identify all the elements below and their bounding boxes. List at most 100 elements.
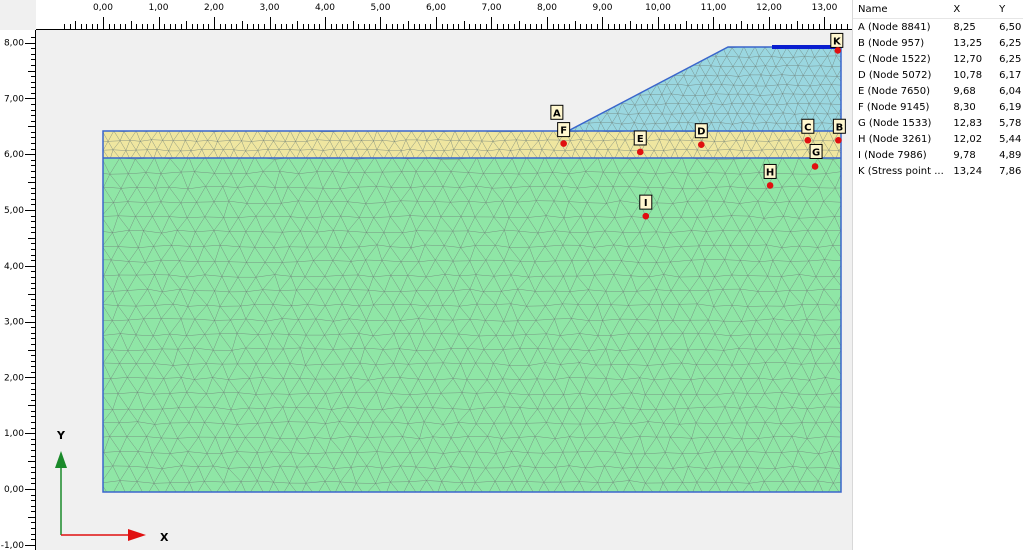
table-row[interactable]: A (Node 8841) 8,25 6,50 (853, 19, 1023, 35)
points-table-panel: Name X Y A (Node 8841) 8,25 6,50 B (Node 95… (852, 0, 1023, 550)
point-dot (697, 141, 705, 149)
y-tick-label: 3,00 (4, 318, 24, 328)
column-header-x[interactable]: X (953, 4, 999, 15)
x-tick-label: 7,00 (481, 3, 501, 13)
point-name-cell: I (Node 7986) (858, 149, 927, 161)
y-tick-label: 4,00 (4, 262, 24, 272)
y-tick-label: 7,00 (4, 94, 24, 104)
x-tick-label: 6,00 (426, 3, 446, 13)
point-label: D (697, 127, 705, 138)
point-y-cell: 6,25 (999, 37, 1022, 49)
point-dot (766, 182, 774, 189)
point-label: G (812, 147, 820, 158)
x-tick-label: 4,00 (315, 3, 335, 13)
point-marker[interactable]: B (832, 118, 846, 144)
point-label: I (644, 198, 648, 209)
point-label: C (804, 122, 811, 133)
point-name-cell: D (Node 5072) (858, 69, 932, 81)
table-row[interactable]: B (Node 957) 13,25 6,25 (853, 35, 1023, 51)
y-tick-label: 1,00 (4, 429, 24, 439)
point-name-cell: C (Node 1522) (858, 53, 931, 65)
x-tick-label: 12,00 (756, 3, 782, 13)
point-name-cell: K (Stress point ... (858, 165, 944, 177)
left-ruler: 8,00 7,00 6,00 5,00 4,00 3,00 2,00 1,00 0,00 -1,0… (0, 30, 36, 550)
table-row[interactable]: E (Node 7650) 9,68 6,04 (853, 83, 1023, 99)
table-row[interactable]: H (Node 3261) 12,02 5,44 (853, 131, 1023, 147)
x-tick-label: 1,00 (148, 3, 168, 13)
table-row[interactable]: K (Stress point ... 13,24 7,86 (853, 163, 1023, 179)
point-dot (835, 136, 842, 144)
point-x-cell: 8,25 (953, 21, 976, 33)
x-tick-label: 13,00 (812, 3, 838, 13)
x-tick-label: 2,00 (204, 3, 224, 13)
point-label: B (836, 122, 844, 133)
point-name-cell: F (Node 9145) (858, 101, 930, 113)
table-header: Name X Y (853, 0, 1023, 19)
point-y-cell: 5,78 (999, 117, 1022, 129)
y-tick-label: 8,00 (4, 39, 24, 49)
point-name-cell: A (Node 8841) (858, 21, 931, 33)
x-tick-label: 3,00 (259, 3, 279, 13)
soil-cluster-main[interactable] (103, 158, 841, 492)
point-y-cell: 6,25 (999, 53, 1022, 65)
table-body: A (Node 8841) 8,25 6,50 B (Node 957) 13,25 6,… (853, 19, 1023, 179)
point-y-cell: 6,17 (999, 69, 1022, 81)
x-axis-label: X (160, 531, 169, 544)
geometry-canvas[interactable]: 0,00 1,00 2,00 3,00 4,00 5,00 6,00 7,00 8,00 9,00… (0, 0, 852, 550)
point-y-cell: 5,44 (999, 133, 1022, 145)
table-row[interactable]: G (Node 1533) 12,83 5,78 (853, 115, 1023, 131)
point-x-cell: 9,68 (953, 85, 976, 97)
table-row[interactable]: I (Node 7986) 9,78 4,89 (853, 147, 1023, 163)
x-tick-label: 0,00 (93, 3, 113, 13)
point-name-cell: B (Node 957) (858, 37, 925, 49)
y-tick-label: 2,00 (4, 373, 24, 383)
point-x-cell: 9,78 (953, 149, 976, 161)
table-row[interactable]: C (Node 1522) 12,70 6,25 (853, 51, 1023, 67)
y-tick-label: 5,00 (4, 206, 24, 216)
x-tick-label: 10,00 (645, 3, 671, 13)
point-dot (811, 163, 819, 170)
point-x-cell: 13,25 (953, 37, 983, 49)
x-tick-label: 5,00 (370, 3, 390, 13)
point-x-cell: 13,24 (953, 165, 983, 177)
x-tick-label: 9,00 (592, 3, 612, 13)
x-tick-label: 11,00 (701, 3, 727, 13)
point-label: A (553, 108, 561, 119)
soil-cluster-top-layer[interactable] (103, 131, 841, 158)
point-label: F (560, 126, 567, 137)
point-dot (834, 47, 842, 54)
point-x-cell: 8,30 (953, 101, 976, 113)
y-tick-label: -1,00 (1, 541, 25, 550)
point-y-cell: 7,86 (999, 165, 1022, 177)
point-name-cell: E (Node 7650) (858, 85, 931, 97)
point-x-cell: 12,83 (953, 117, 983, 129)
point-x-cell: 12,02 (953, 133, 983, 145)
x-axis-arrow-icon (128, 529, 146, 541)
point-y-cell: 6,50 (999, 21, 1022, 33)
point-dot (642, 212, 650, 220)
y-tick-label: 0,00 (4, 485, 24, 495)
point-dot (636, 148, 644, 156)
point-label: E (637, 134, 644, 145)
y-tick-label: 6,00 (4, 150, 24, 160)
point-y-cell: 6,19 (999, 101, 1022, 113)
point-dot (560, 140, 567, 147)
point-label: H (766, 167, 774, 178)
point-name-cell: H (Node 3261) (858, 133, 932, 145)
point-y-cell: 6,04 (999, 85, 1022, 97)
x-tick-label: 8,00 (537, 3, 557, 13)
table-row[interactable]: F (Node 9145) 8,30 6,19 (853, 99, 1023, 115)
column-header-y[interactable]: Y (999, 4, 1023, 15)
point-y-cell: 4,89 (999, 149, 1022, 161)
point-dot (804, 136, 812, 144)
point-label: K (833, 36, 842, 47)
mesh-plot[interactable]: 0,00 1,00 2,00 3,00 4,00 5,00 6,00 7,00 8,00 9,00… (0, 0, 852, 550)
point-x-cell: 10,78 (953, 69, 983, 81)
y-axis-arrow-icon (55, 451, 67, 468)
point-x-cell: 12,70 (953, 53, 983, 65)
column-header-name[interactable]: Name (853, 4, 953, 15)
top-ruler: 0,00 1,00 2,00 3,00 4,00 5,00 6,00 7,00 8,00 9,00… (36, 0, 852, 30)
y-axis-label: Y (56, 429, 66, 442)
point-name-cell: G (Node 1533) (858, 117, 932, 129)
table-row[interactable]: D (Node 5072) 10,78 6,17 (853, 67, 1023, 83)
